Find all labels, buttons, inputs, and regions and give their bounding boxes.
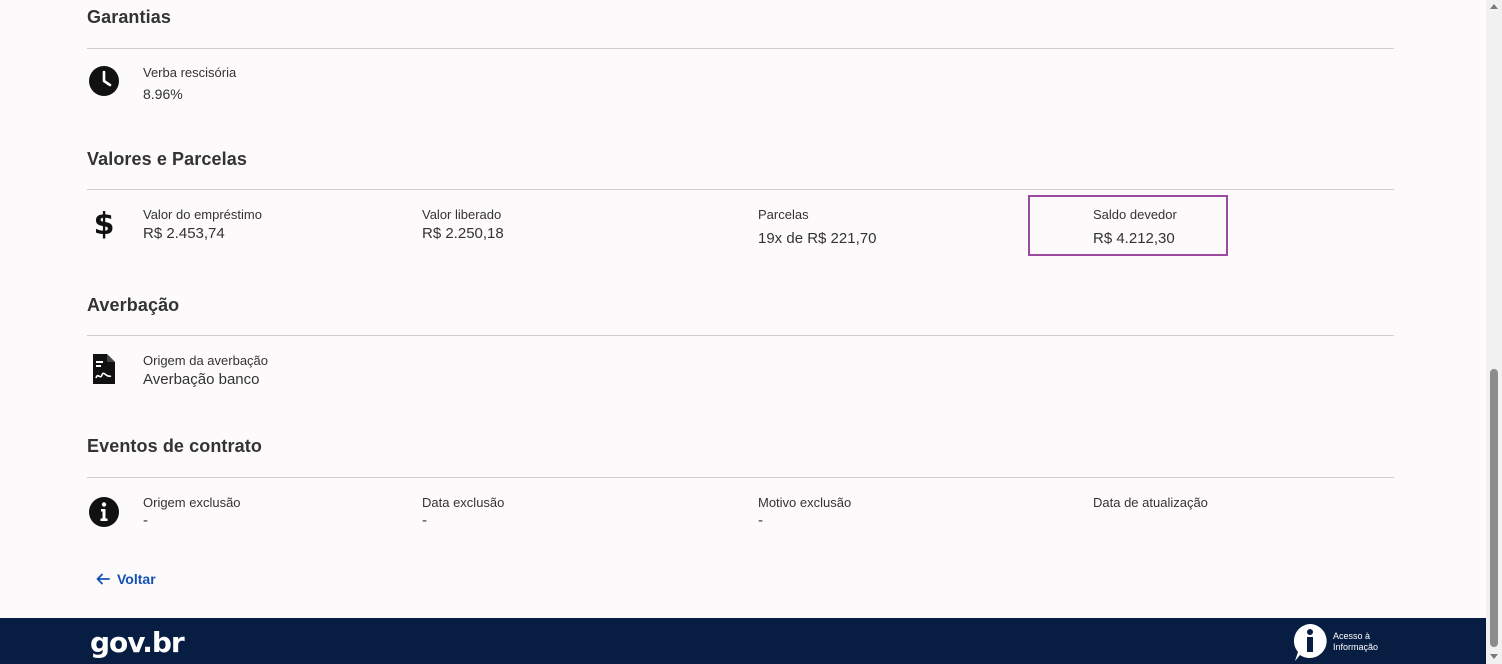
scroll-up-icon[interactable] <box>1490 4 1498 9</box>
motivo-exclusao-field: Motivo exclusão - <box>758 495 851 531</box>
govbr-logo[interactable]: gov.br <box>90 626 185 659</box>
liberado-label: Valor liberado <box>422 207 502 222</box>
data-exclusao-label: Data exclusão <box>422 495 505 510</box>
data-exclusao-field: Data exclusão - <box>422 495 504 531</box>
data-exclusao-value: - <box>422 512 427 529</box>
garantias-divider <box>87 48 1394 49</box>
emprestimo-field: Valor do empréstimo R$ 2.453,74 <box>143 207 262 244</box>
svg-text:$: $ <box>94 207 115 239</box>
verba-field: Verba rescisória 8.96% <box>143 65 236 104</box>
data-atualizacao-label: Data de atualização <box>1093 495 1208 510</box>
eventos-title: Eventos de contrato <box>87 436 262 456</box>
acesso-informacao-link[interactable]: Acesso à Informação <box>1291 622 1378 662</box>
liberado-value: R$ 2.250,18 <box>422 225 504 242</box>
scroll-down-icon[interactable] <box>1490 654 1498 659</box>
origem-exclusao-label: Origem exclusão <box>143 495 241 510</box>
garantias-title: Garantias <box>87 7 171 27</box>
valores-divider <box>87 189 1394 190</box>
liberado-field: Valor liberado R$ 2.250,18 <box>422 207 504 244</box>
eventos-divider <box>87 477 1394 478</box>
data-atualizacao-field: Data de atualização <box>1093 495 1208 511</box>
back-label: Voltar <box>117 571 156 587</box>
parcelas-value: 19x de R$ 221,70 <box>758 230 877 247</box>
motivo-exclusao-value: - <box>758 512 763 529</box>
acesso-line1: Acesso à <box>1333 631 1371 641</box>
parcelas-label: Parcelas <box>758 207 809 222</box>
origem-exclusao-field: Origem exclusão - <box>143 495 241 531</box>
vertical-scrollbar[interactable] <box>1486 0 1502 664</box>
dollar-icon: $ <box>87 205 121 242</box>
footer: gov.br Acesso à Informação <box>0 618 1486 664</box>
emprestimo-label: Valor do empréstimo <box>143 207 262 222</box>
arrow-left-icon <box>96 573 110 585</box>
saldo-highlight-box <box>1028 195 1228 256</box>
averbacao-title: Averbação <box>87 295 180 315</box>
verba-value: 8.96% <box>143 86 183 102</box>
back-link[interactable]: Voltar <box>96 569 156 589</box>
motivo-exclusao-label: Motivo exclusão <box>758 495 852 510</box>
origem-averbacao-label: Origem da averbação <box>143 353 269 368</box>
origem-averbacao-field: Origem da averbação Averbação banco <box>143 353 268 390</box>
averbacao-divider <box>87 335 1394 336</box>
info-balloon-icon <box>1291 622 1329 662</box>
info-icon <box>87 495 121 529</box>
origem-averbacao-value: Averbação banco <box>143 371 260 388</box>
acesso-line2: Informação <box>1333 642 1379 652</box>
document-icon <box>87 352 121 386</box>
valores-title: Valores e Parcelas <box>87 149 247 169</box>
verba-label: Verba rescisória <box>143 65 237 80</box>
scrollbar-thumb[interactable] <box>1490 369 1498 647</box>
clock-icon <box>87 64 121 98</box>
emprestimo-value: R$ 2.453,74 <box>143 225 225 242</box>
origem-exclusao-value: - <box>143 512 148 529</box>
parcelas-field: Parcelas 19x de R$ 221,70 <box>758 207 876 249</box>
